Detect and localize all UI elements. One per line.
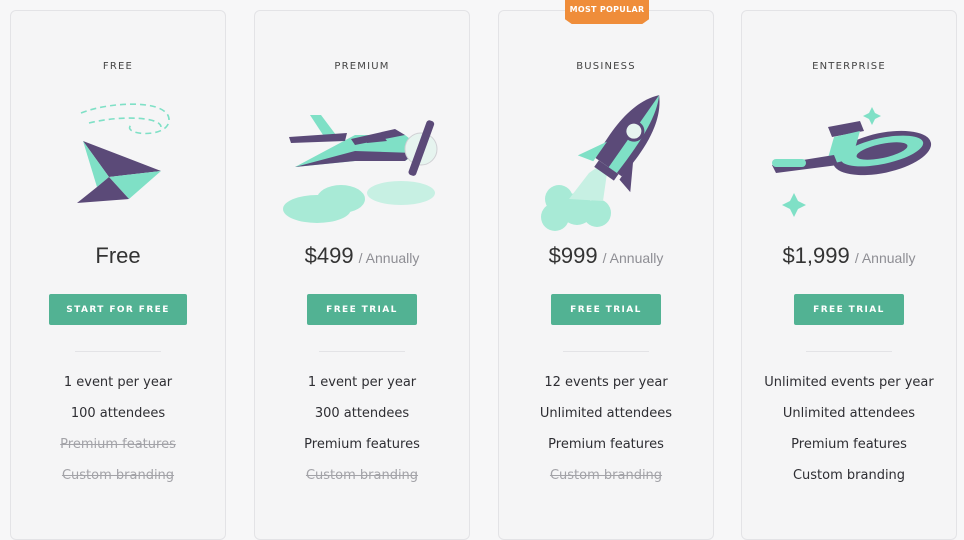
feature-item: 300 attendees <box>314 406 410 421</box>
spaceship-icon <box>772 107 932 217</box>
propeller-plane-icon <box>283 115 438 223</box>
price-period: / Annually <box>358 250 420 266</box>
feature-list: 12 events per year Unlimited attendees P… <box>499 375 713 499</box>
plan-name: BUSINESS <box>576 61 636 72</box>
free-trial-button[interactable]: FREE TRIAL <box>307 294 417 325</box>
price-period: / Annually <box>854 250 916 266</box>
feature-item: Custom branding <box>792 468 906 483</box>
feature-item: Unlimited events per year <box>764 375 934 390</box>
feature-item: 1 event per year <box>307 375 417 390</box>
feature-list: 1 event per year 100 attendees Premium f… <box>11 375 225 499</box>
feature-item: 1 event per year <box>63 375 173 390</box>
feature-item: Unlimited attendees <box>782 406 916 421</box>
plan-name: PREMIUM <box>334 61 390 72</box>
feature-item: Custom branding <box>61 468 175 483</box>
price: $1,999 / Annually <box>742 243 956 269</box>
free-trial-button[interactable]: FREE TRIAL <box>551 294 661 325</box>
feature-item: Unlimited attendees <box>539 406 673 421</box>
feature-item: Custom branding <box>305 468 419 483</box>
plan-name: ENTERPRISE <box>812 61 886 72</box>
feature-item: 100 attendees <box>70 406 166 421</box>
free-trial-button[interactable]: FREE TRIAL <box>794 294 904 325</box>
price-amount: $1,999 <box>782 243 850 268</box>
plan-card-premium: PREMIUM $499 / Annually FREE TRIAL 1 eve… <box>254 10 470 540</box>
feature-item: Custom branding <box>549 468 663 483</box>
divider <box>319 351 405 352</box>
feature-list: Unlimited events per year Unlimited atte… <box>742 375 956 499</box>
feature-item: Premium features <box>548 437 664 452</box>
price: Free <box>11 243 225 269</box>
feature-list: 1 event per year 300 attendees Premium f… <box>255 375 469 499</box>
plan-card-business: BUSINESS $999 / Annually FREE TRIAL 12 e… <box>498 10 714 540</box>
most-popular-badge: MOST POPULAR <box>565 0 649 24</box>
price: $499 / Annually <box>255 243 469 269</box>
price-amount: Free <box>95 243 141 268</box>
start-for-free-button[interactable]: START FOR FREE <box>49 294 187 325</box>
feature-item: Premium features <box>791 437 907 452</box>
rocket-icon <box>541 95 660 231</box>
divider <box>806 351 892 352</box>
divider <box>75 351 161 352</box>
price-amount: $499 <box>304 243 354 268</box>
plan-name: FREE <box>102 61 134 72</box>
divider <box>563 351 649 352</box>
feature-item: 12 events per year <box>544 375 668 390</box>
plan-card-enterprise: ENTERPRISE $1,999 / Annually FREE TRIAL … <box>741 10 957 540</box>
feature-item: Premium features <box>304 437 420 452</box>
price: $999 / Annually <box>499 243 713 269</box>
paper-plane-icon <box>77 103 170 203</box>
price-period: / Annually <box>602 250 664 266</box>
plan-card-free: FREE Free START FOR FREE 1 event per yea… <box>10 10 226 540</box>
price-amount: $999 <box>548 243 598 268</box>
feature-item: Premium features <box>60 437 176 452</box>
